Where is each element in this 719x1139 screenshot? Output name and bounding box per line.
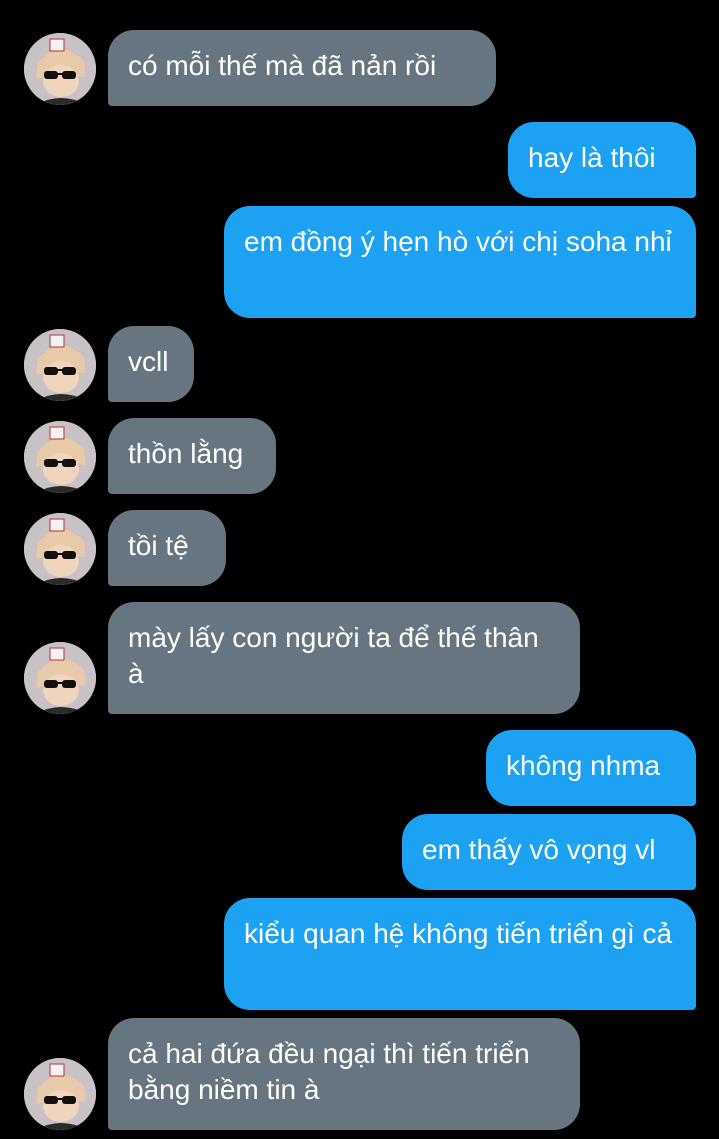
message-bubble-received[interactable]: cả hai đứa đều ngại thì tiến triển bằng … <box>108 1018 580 1130</box>
message-bubble-received[interactable]: vcll <box>108 326 194 402</box>
message-text: có mỗi thế mà đã nản rồi <box>128 50 437 81</box>
message-bubble-received[interactable]: thồn lằng <box>108 418 276 494</box>
avatar-sunglasses-icon <box>24 642 96 714</box>
message-text: hay là thôi <box>528 142 656 173</box>
message-bubble-sent[interactable]: em thấy vô vọng vl <box>402 814 696 890</box>
message-text: em thấy vô vọng vl <box>422 834 656 865</box>
message-bubble-received[interactable]: tồi tệ <box>108 510 226 586</box>
message-text: thồn lằng <box>128 438 244 469</box>
avatar[interactable] <box>24 33 96 105</box>
avatar[interactable] <box>24 421 96 493</box>
message-bubble-sent[interactable]: hay là thôi <box>508 122 696 198</box>
chat-thread: có mỗi thế mà đã nản rồi hay là thôi em … <box>0 0 719 1139</box>
message-text: vcll <box>128 346 169 377</box>
message-bubble-sent[interactable]: không nhma <box>486 730 696 806</box>
avatar[interactable] <box>24 513 96 585</box>
message-text: không nhma <box>506 750 661 781</box>
avatar-sunglasses-icon <box>24 329 96 401</box>
avatar[interactable] <box>24 642 96 714</box>
avatar-sunglasses-icon <box>24 1058 96 1130</box>
message-text: mày lấy con người ta để thế thân à <box>128 622 539 689</box>
avatar-sunglasses-icon <box>24 33 96 105</box>
avatar-sunglasses-icon <box>24 513 96 585</box>
message-bubble-received[interactable]: có mỗi thế mà đã nản rồi <box>108 30 496 106</box>
message-text: tồi tệ <box>128 530 189 561</box>
message-bubble-sent[interactable]: kiểu quan hệ không tiến triển gì cả <box>224 898 696 1010</box>
avatar[interactable] <box>24 329 96 401</box>
message-bubble-received[interactable]: mày lấy con người ta để thế thân à <box>108 602 580 714</box>
avatar-sunglasses-icon <box>24 421 96 493</box>
message-bubble-sent[interactable]: em đồng ý hẹn hò với chị soha nhỉ <box>224 206 696 318</box>
message-text: em đồng ý hẹn hò với chị soha nhỉ <box>244 226 672 257</box>
message-text: kiểu quan hệ không tiến triển gì cả <box>244 918 673 949</box>
avatar[interactable] <box>24 1058 96 1130</box>
message-text: cả hai đứa đều ngại thì tiến triển bằng … <box>128 1038 530 1105</box>
